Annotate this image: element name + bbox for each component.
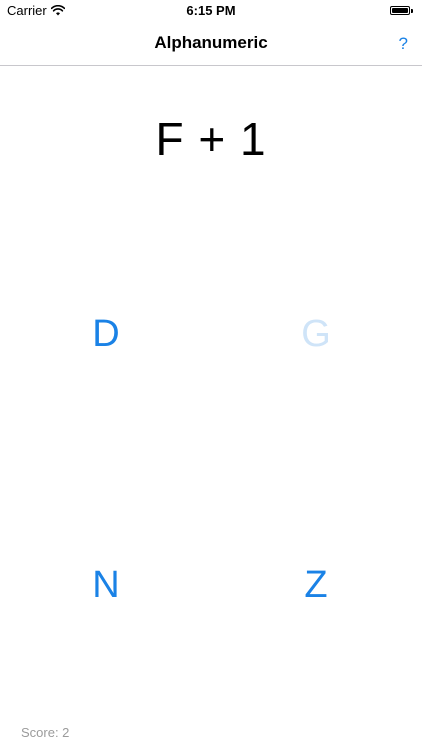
answer-option-n[interactable]: N bbox=[66, 564, 146, 607]
score-label: Score: 2 bbox=[21, 725, 70, 740]
navigation-bar: Alphanumeric ? bbox=[0, 24, 422, 66]
answer-option-z[interactable]: Z bbox=[276, 564, 356, 607]
status-time: 6:15 PM bbox=[186, 3, 236, 18]
status-bar: Carrier 6:15 PM bbox=[0, 0, 422, 24]
answer-option-g[interactable]: G bbox=[276, 313, 356, 356]
question-text: F + 1 bbox=[155, 113, 267, 165]
battery-icon bbox=[390, 6, 414, 17]
help-button[interactable]: ? bbox=[399, 34, 408, 54]
answer-option-d[interactable]: D bbox=[66, 313, 146, 356]
nav-title: Alphanumeric bbox=[154, 33, 268, 52]
